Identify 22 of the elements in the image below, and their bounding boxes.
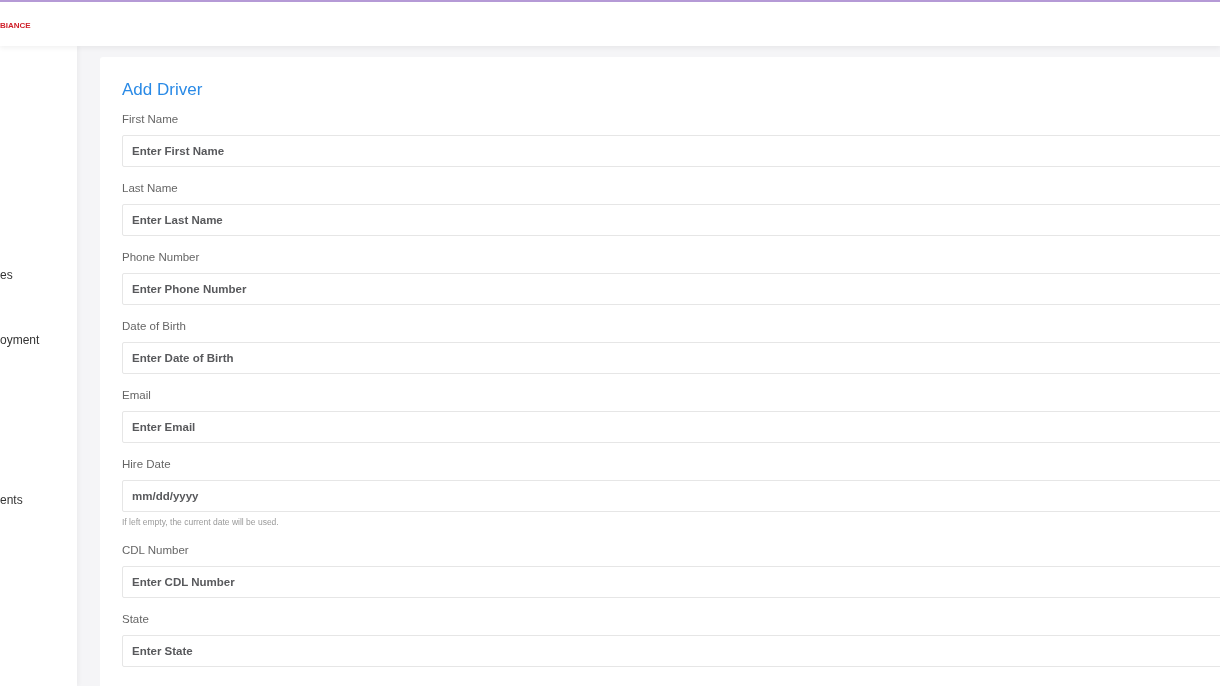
help-text: If left empty, the current date will be used. bbox=[122, 516, 279, 528]
field-label: State bbox=[122, 612, 149, 627]
sidebar-item[interactable]: ents bbox=[0, 490, 23, 510]
field-label: Phone Number bbox=[122, 250, 200, 265]
logo: BIANCE bbox=[0, 20, 31, 30]
field-label: Date of Birth bbox=[122, 319, 186, 334]
field-label: CDL Number bbox=[122, 543, 189, 558]
input-field[interactable]: Enter Phone Number bbox=[122, 273, 1220, 305]
input-field[interactable]: Enter CDL Number bbox=[122, 566, 1220, 598]
field-label: Last Name bbox=[122, 181, 178, 196]
field-label: Email bbox=[122, 388, 151, 403]
field-label: First Name bbox=[122, 112, 179, 127]
input-field[interactable]: Enter First Name bbox=[122, 135, 1220, 167]
sidebar-item[interactable]: oyment bbox=[0, 330, 40, 350]
input-field[interactable]: Enter State bbox=[122, 635, 1220, 667]
input-field[interactable]: Enter Date of Birth bbox=[122, 342, 1220, 374]
input-field[interactable]: Enter Email bbox=[122, 411, 1220, 443]
field-label: Hire Date bbox=[122, 457, 171, 472]
input-field[interactable]: mm/dd/yyyy bbox=[122, 480, 1220, 512]
form-title: Add Driver bbox=[122, 79, 203, 101]
sidebar-item[interactable]: es bbox=[0, 265, 13, 285]
input-field[interactable]: Enter Last Name bbox=[122, 204, 1220, 236]
